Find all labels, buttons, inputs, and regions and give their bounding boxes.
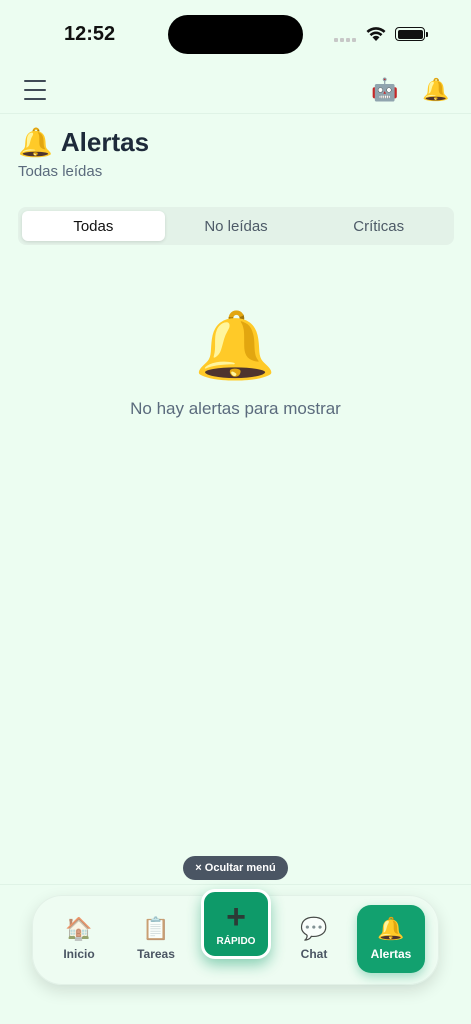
nav-item-alertas[interactable]: 🔔 Alertas xyxy=(357,905,425,973)
plus-icon: + xyxy=(226,897,246,936)
hide-menu-button[interactable]: × Ocultar menú xyxy=(183,856,288,880)
battery-icon xyxy=(395,27,428,41)
chat-bubble-icon: 💬 xyxy=(300,916,328,941)
notifications-bell-icon[interactable]: 🔔 xyxy=(422,76,450,104)
bottom-divider xyxy=(0,884,471,885)
empty-state-message: No hay alertas para mostrar xyxy=(130,399,341,418)
status-bar: 12:52 xyxy=(0,0,471,66)
tab-criticas[interactable]: Críticas xyxy=(307,211,450,241)
bell-icon: 🔔 xyxy=(18,127,53,158)
page-subtitle: Todas leídas xyxy=(18,163,103,180)
clipboard-icon: 📋 xyxy=(142,916,170,941)
page-title: 🔔 Alertas xyxy=(18,126,149,159)
nav-item-chat[interactable]: 💬 Chat xyxy=(280,905,348,973)
tab-todas[interactable]: Todas xyxy=(22,211,165,241)
top-app-bar: 🤖 🔔 xyxy=(0,66,471,114)
bell-icon: 🔔 xyxy=(377,916,405,941)
nav-label: Inicio xyxy=(63,947,95,961)
tab-no-leidas[interactable]: No leídas xyxy=(165,211,308,241)
robot-icon[interactable]: 🤖 xyxy=(371,76,399,104)
nav-item-inicio[interactable]: 🏠 Inicio xyxy=(45,905,113,973)
filter-tabs: Todas No leídas Críticas xyxy=(18,207,454,245)
quick-add-label: RÁPIDO xyxy=(216,935,256,947)
nav-label: Alertas xyxy=(370,947,412,961)
dynamic-island xyxy=(168,15,303,54)
nav-label: Chat xyxy=(300,947,328,961)
empty-state-bell-icon: 🔔 xyxy=(194,308,277,382)
quick-add-button[interactable]: + RÁPIDO xyxy=(201,889,271,959)
clock: 12:52 xyxy=(64,23,116,45)
page-title-text: Alertas xyxy=(60,127,150,157)
home-icon: 🏠 xyxy=(65,916,93,941)
nav-item-tareas[interactable]: 📋 Tareas xyxy=(122,905,190,973)
cellular-signal-icon xyxy=(334,38,356,42)
nav-label: Tareas xyxy=(137,947,175,961)
menu-icon[interactable] xyxy=(24,80,46,100)
wifi-icon xyxy=(366,27,386,41)
